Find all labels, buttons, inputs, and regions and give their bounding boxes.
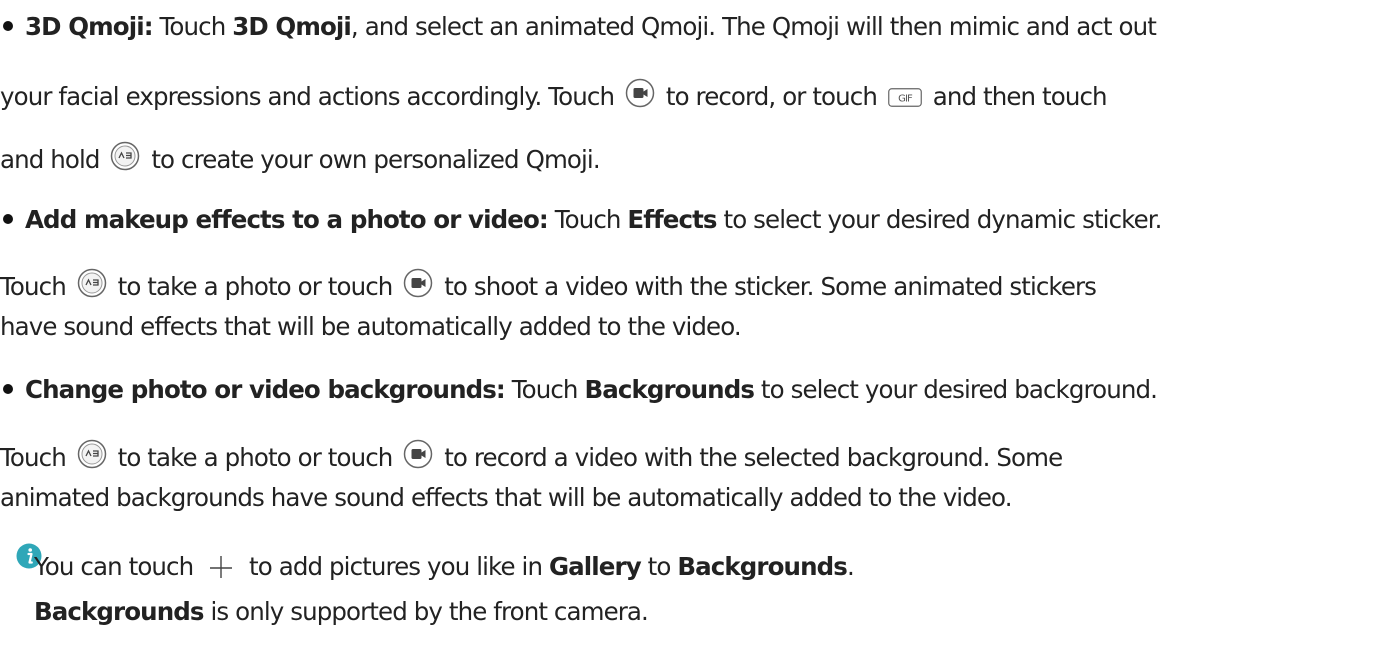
item-title: Add makeup effects to a photo or video: bbox=[25, 205, 549, 234]
ar-capture-icon bbox=[77, 439, 107, 477]
note-line-2: Backgrounds is only supported by the fro… bbox=[34, 597, 649, 626]
bullet-dot bbox=[3, 21, 13, 31]
bullet-dot bbox=[3, 214, 13, 224]
ar-capture-icon bbox=[110, 141, 140, 179]
item-backgrounds-line-2: Touch to take a photo or touch to record… bbox=[0, 439, 1063, 477]
item-backgrounds-line-1: Change photo or video backgrounds: Touch… bbox=[0, 374, 1158, 406]
ar-capture-icon bbox=[77, 268, 107, 306]
video-camera-icon bbox=[625, 78, 655, 116]
item-title: 3D Qmoji: bbox=[25, 12, 154, 41]
item-title: Change photo or video backgrounds: bbox=[25, 375, 506, 404]
video-camera-icon bbox=[403, 439, 433, 477]
plus-icon bbox=[210, 554, 233, 586]
item-3d-qmoji-line-1: 3D Qmoji: Touch 3D Qmoji, and select an … bbox=[0, 11, 1157, 43]
video-camera-icon bbox=[403, 268, 433, 306]
item-backgrounds-line-3: animated backgrounds have sound effects … bbox=[0, 483, 1012, 512]
note-line-1: You can touch to add pictures you like i… bbox=[34, 551, 855, 586]
item-makeup-effects-line-1: Add makeup effects to a photo or video: … bbox=[0, 204, 1162, 236]
item-makeup-effects-line-2: Touch to take a photo or touch to shoot … bbox=[0, 268, 1097, 306]
item-makeup-effects-line-3: have sound effects that will be automati… bbox=[0, 312, 742, 341]
item-3d-qmoji-line-2: your facial expressions and actions acco… bbox=[0, 78, 1108, 116]
item-3d-qmoji-line-3: and hold to create your own personalized… bbox=[0, 141, 601, 179]
bullet-dot bbox=[3, 384, 13, 394]
gif-icon: GIF bbox=[888, 84, 922, 116]
svg-text:GIF: GIF bbox=[898, 94, 913, 105]
